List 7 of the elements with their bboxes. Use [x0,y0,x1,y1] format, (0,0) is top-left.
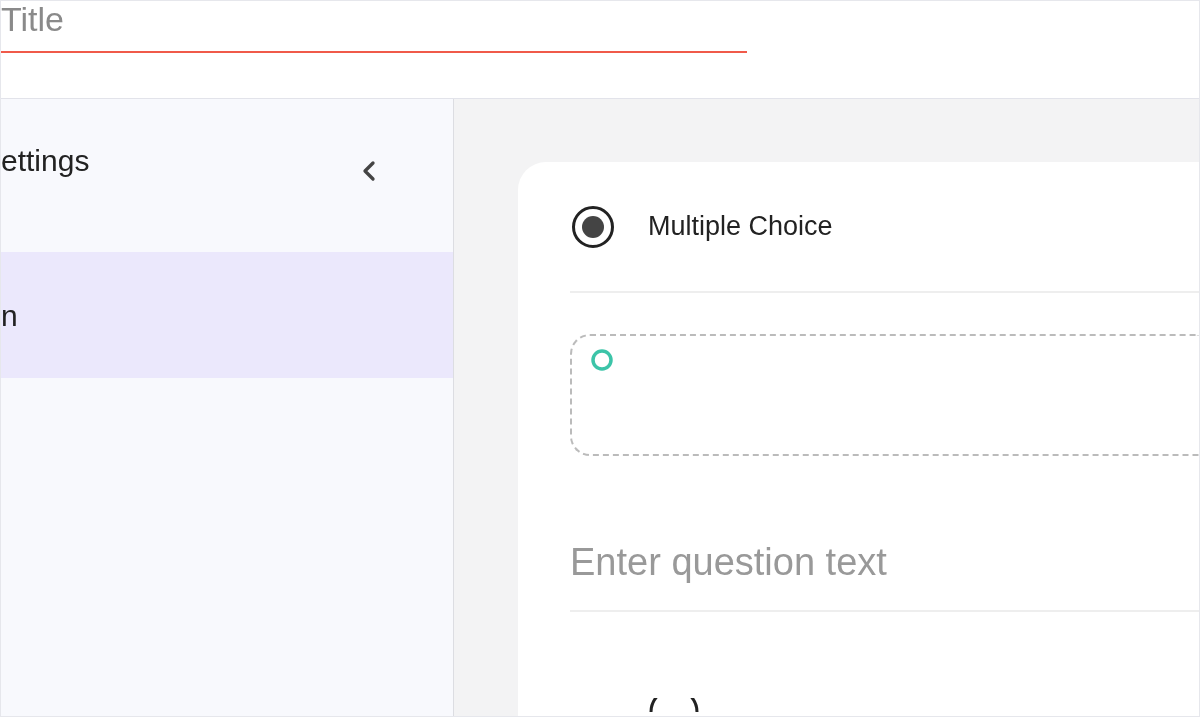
circle-icon [590,348,614,372]
question-text-field[interactable]: Enter question text [570,534,1199,612]
question-type-label: Multiple Choice [648,210,833,244]
radio-button[interactable] [572,205,614,248]
title-field[interactable]: Title [1,1,747,53]
sidebar-heading: ettings [1,143,90,179]
sidebar-item[interactable]: n [1,252,453,378]
